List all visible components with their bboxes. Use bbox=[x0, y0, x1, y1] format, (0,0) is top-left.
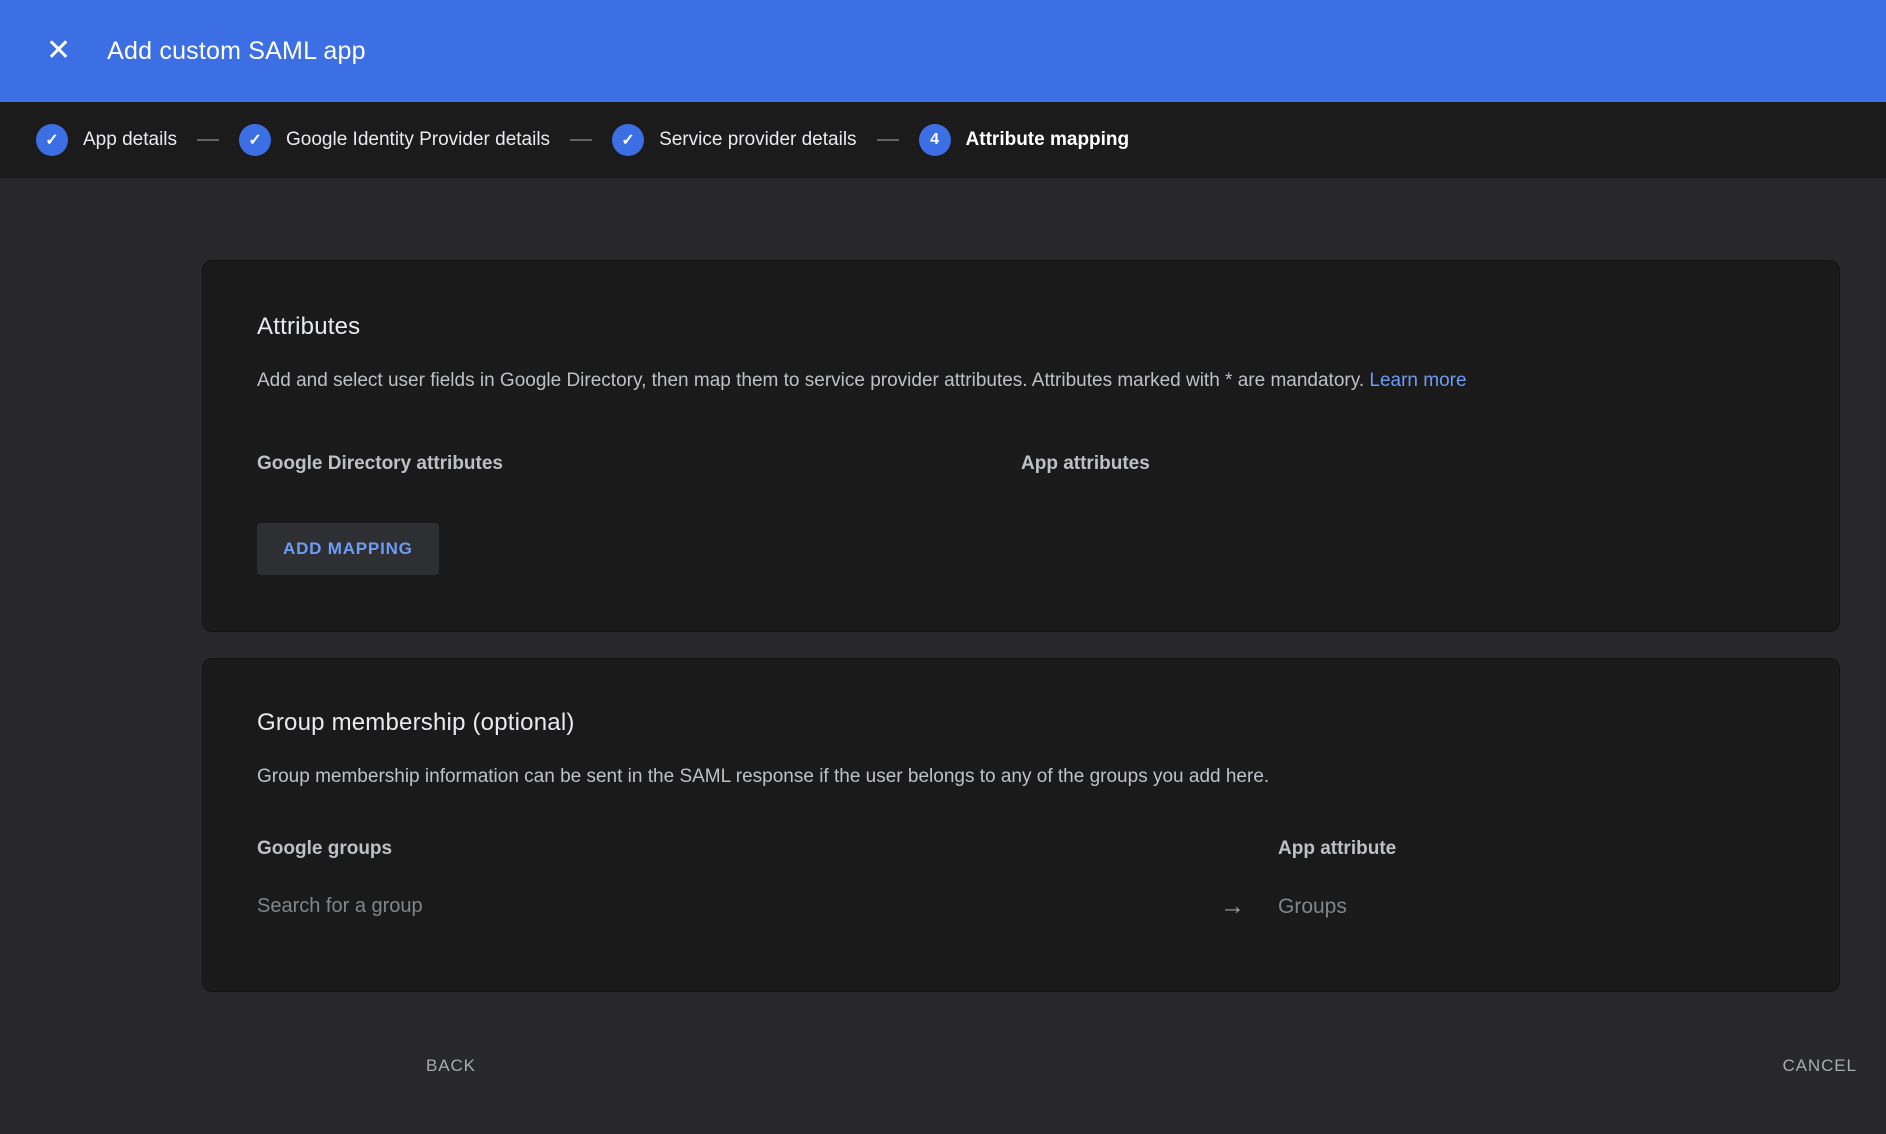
group-membership-description: Group membership information can be sent… bbox=[257, 763, 1785, 791]
step-service-provider-details[interactable]: ✓ Service provider details bbox=[612, 124, 856, 156]
add-mapping-button[interactable]: ADD MAPPING bbox=[257, 523, 439, 575]
group-mapping-grid: Google groups App attribute → bbox=[257, 838, 1785, 919]
step-app-details[interactable]: ✓ App details bbox=[36, 124, 177, 156]
step-label-service-provider-details: Service provider details bbox=[659, 129, 856, 151]
back-button[interactable]: BACK bbox=[404, 1040, 498, 1092]
main-content: Attributes Add and select user fields in… bbox=[0, 178, 1886, 1093]
step-label-app-details: App details bbox=[83, 129, 177, 151]
attributes-card: Attributes Add and select user fields in… bbox=[202, 260, 1840, 632]
dialog-title: Add custom SAML app bbox=[107, 37, 366, 66]
attributes-description-text: Add and select user fields in Google Dir… bbox=[257, 370, 1364, 391]
step-number-badge: 4 bbox=[919, 124, 951, 156]
check-icon: ✓ bbox=[239, 124, 271, 156]
check-icon: ✓ bbox=[36, 124, 68, 156]
app-attribute-input[interactable] bbox=[1278, 895, 1785, 919]
step-separator bbox=[877, 139, 899, 141]
google-groups-header: Google groups bbox=[257, 838, 1220, 860]
arrow-right-icon: → bbox=[1220, 894, 1278, 919]
step-attribute-mapping[interactable]: 4 Attribute mapping bbox=[919, 124, 1130, 156]
check-icon: ✓ bbox=[612, 124, 644, 156]
group-membership-card: Group membership (optional) Group member… bbox=[202, 658, 1840, 993]
attributes-column-headers: Google Directory attributes App attribut… bbox=[257, 453, 1785, 475]
group-search-input[interactable] bbox=[257, 895, 1220, 918]
add-custom-saml-app-dialog: ✕ Add custom SAML app ✓ App details ✓ Go… bbox=[0, 0, 1886, 1134]
cancel-button[interactable]: CANCEL bbox=[1761, 1040, 1879, 1092]
learn-more-link[interactable]: Learn more bbox=[1369, 370, 1466, 391]
close-icon[interactable]: ✕ bbox=[46, 36, 71, 66]
step-google-idp-details[interactable]: ✓ Google Identity Provider details bbox=[239, 124, 550, 156]
step-separator bbox=[197, 139, 219, 141]
attributes-description: Add and select user fields in Google Dir… bbox=[257, 367, 1785, 395]
stepper: ✓ App details ✓ Google Identity Provider… bbox=[0, 102, 1886, 178]
step-label-google-idp-details: Google Identity Provider details bbox=[286, 129, 550, 151]
google-directory-attributes-header: Google Directory attributes bbox=[257, 453, 1021, 475]
group-membership-title: Group membership (optional) bbox=[257, 709, 1785, 737]
step-separator bbox=[570, 139, 592, 141]
dialog-header: ✕ Add custom SAML app bbox=[0, 0, 1886, 102]
dialog-footer: BACK CANCEL FINISH bbox=[404, 1038, 1886, 1093]
step-label-attribute-mapping: Attribute mapping bbox=[966, 129, 1130, 151]
attributes-title: Attributes bbox=[257, 313, 1785, 341]
app-attribute-header: App attribute bbox=[1278, 838, 1785, 860]
app-attributes-header: App attributes bbox=[1021, 453, 1785, 475]
